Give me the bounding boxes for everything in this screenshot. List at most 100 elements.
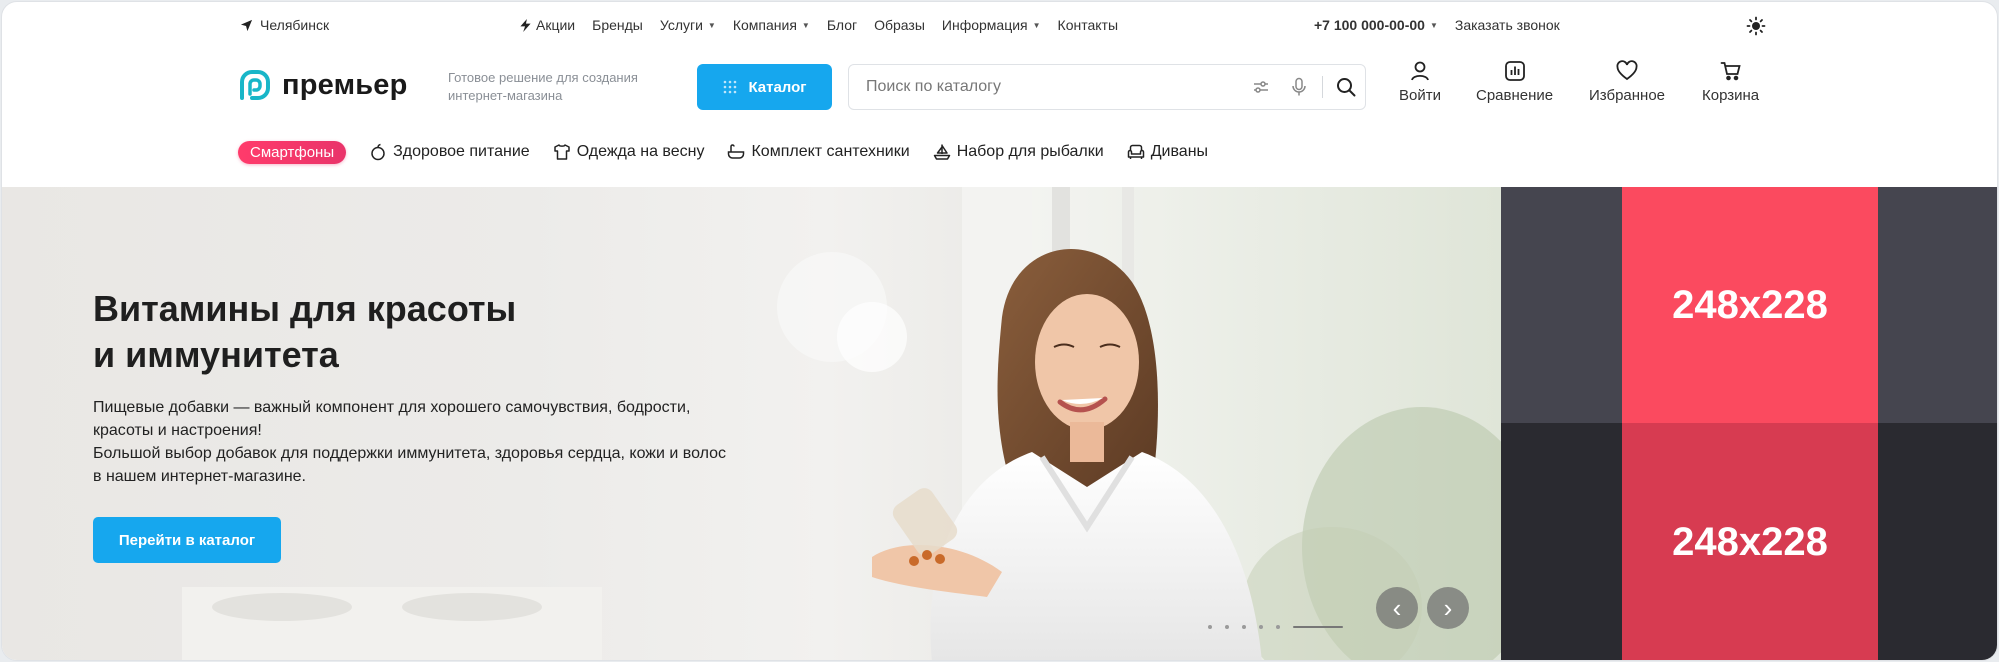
category-healthy-food[interactable]: Здоровое питание [369, 143, 530, 161]
search-input[interactable] [849, 65, 1242, 109]
slide-dot[interactable] [1242, 625, 1246, 629]
banner-title-line: и иммунитета [93, 334, 339, 375]
top-nav-label: Компания [732, 17, 797, 33]
logo[interactable]: премьер [238, 68, 408, 102]
search-box [848, 64, 1366, 110]
banner-text-line: Пищевые добавки — важный компонент для х… [93, 399, 691, 416]
banner-text-line: Большой выбор добавок для поддержки имму… [93, 445, 727, 462]
promo-banner-top[interactable]: 248x228 [1501, 187, 1997, 423]
theme-toggle[interactable] [1746, 16, 1766, 36]
cart-label: Корзина [1702, 87, 1760, 104]
banner-title-line: Витамины для красоты [93, 288, 517, 329]
city-selector[interactable]: Челябинск [240, 17, 329, 33]
category-spring-clothes[interactable]: Одежда на весну [553, 143, 705, 161]
top-nav-company[interactable]: Компания ▼ [733, 17, 810, 33]
tagline: Готовое решение для создания интернет-ма… [448, 70, 638, 103]
caret-down-icon: ▼ [801, 20, 810, 30]
search-filter-button[interactable] [1242, 65, 1280, 109]
cart-icon [1720, 62, 1741, 81]
phone-dropdown[interactable]: +7 100 000-00-00 ▼ [1314, 17, 1438, 33]
top-nav-info[interactable]: Информация ▼ [942, 17, 1041, 33]
category-sofas[interactable]: Диваны [1127, 143, 1208, 161]
caret-down-icon: ▼ [1032, 20, 1041, 30]
top-nav-brands[interactable]: Бренды [592, 17, 643, 33]
category-label: Здоровое питание [393, 143, 530, 160]
category-label: Набор для рыбалки [956, 143, 1104, 160]
go-to-catalog-button[interactable]: Перейти в каталог [93, 517, 281, 563]
top-nav-contacts[interactable]: Контакты [1058, 17, 1118, 33]
catalog-button[interactable]: Каталог [697, 64, 832, 110]
slide-dot[interactable] [1225, 625, 1229, 629]
compare-button[interactable]: Сравнение [1476, 60, 1553, 104]
fruit-icon [371, 143, 385, 161]
login-label: Войти [1399, 87, 1441, 104]
category-bar: Смартфоны Здоровое питание Одежда на вес… [238, 139, 1208, 165]
search-divider [1322, 76, 1323, 98]
voice-search-button[interactable] [1280, 65, 1318, 109]
cart-button[interactable]: Корзина [1702, 60, 1759, 104]
promo-banner-bottom[interactable]: 248x228 [1501, 423, 1997, 660]
phone-block: +7 100 000-00-00 ▼ Заказать звонок [1314, 17, 1560, 33]
boat-icon [933, 144, 950, 160]
favorites-button[interactable]: Избранное [1589, 60, 1665, 104]
category-smartphones[interactable]: Смартфоны [238, 140, 347, 164]
search-submit-button[interactable] [1327, 65, 1365, 109]
compare-label: Сравнение [1476, 87, 1554, 104]
top-bar: Челябинск Акции Бренды Услуги ▼ Компания ▼… [2, 2, 1997, 52]
location-arrow-icon [240, 19, 253, 31]
catalog-label: Каталог [748, 78, 807, 96]
slide-dot-active[interactable] [1293, 626, 1343, 628]
promo-side [1878, 423, 1997, 660]
top-nav-label: Контакты [1057, 17, 1119, 33]
logo-text: премьер [282, 68, 408, 101]
category-label: Смартфоны [250, 143, 335, 161]
favorites-label: Избранное [1589, 87, 1666, 104]
top-nav-label: Информация [941, 17, 1028, 33]
bar-chart-icon [1504, 61, 1525, 81]
slide-dot[interactable] [1208, 625, 1212, 629]
top-nav-label: Образы [874, 17, 925, 33]
banner-description: Пищевые добавки — важный компонент для х… [93, 396, 773, 488]
banner-title: Витамины для красоты и иммунитета [93, 286, 793, 378]
top-nav: Акции Бренды Услуги ▼ Компания ▼ Блог Обра… [520, 17, 1118, 33]
promo-side [1878, 187, 1997, 423]
caret-down-icon: ▼ [1429, 20, 1438, 30]
callback-link[interactable]: Заказать звонок [1455, 17, 1560, 33]
top-nav-promotions[interactable]: Акции [520, 17, 575, 33]
shirt-icon [553, 144, 570, 160]
banner-text-line: красоты и настроения! [93, 422, 262, 439]
caret-down-icon: ▼ [707, 20, 716, 30]
category-label: Диваны [1150, 143, 1209, 160]
bath-icon [728, 144, 745, 159]
top-nav-label: Блог [826, 17, 858, 33]
logo-mark-icon [240, 70, 270, 100]
promo-side [1501, 423, 1622, 660]
search-icon [1337, 78, 1356, 97]
page: Челябинск Акции Бренды Услуги ▼ Компания ▼… [1, 1, 1998, 661]
banner-content: Витамины для красоты и иммунитета Пищевы… [93, 286, 793, 488]
city-label: Челябинск [260, 17, 330, 33]
top-nav-services[interactable]: Услуги ▼ [660, 17, 716, 33]
top-nav-label: Акции [536, 17, 576, 33]
slide-dot[interactable] [1276, 625, 1280, 629]
slide-dot[interactable] [1259, 625, 1263, 629]
category-fishing-set[interactable]: Набор для рыбалки [933, 143, 1104, 161]
category-plumbing-set[interactable]: Комплект сантехники [727, 143, 910, 161]
next-slide-button[interactable]: › [1427, 587, 1469, 629]
promo-side [1501, 187, 1622, 423]
top-nav-blog[interactable]: Блог [827, 17, 857, 33]
top-nav-looks[interactable]: Образы [874, 17, 925, 33]
slider-dots [1208, 625, 1343, 629]
banner-text-line: в нашем интернет-магазине. [93, 468, 306, 485]
hero-banner: Витамины для красоты и иммунитета Пищевы… [2, 187, 1501, 660]
category-label: Комплект сантехники [751, 143, 910, 160]
sofa-icon [1127, 144, 1144, 159]
prev-slide-button[interactable]: ‹ [1376, 587, 1418, 629]
filter-sliders-icon [1254, 81, 1268, 93]
sun-icon [1746, 16, 1766, 36]
category-label: Одежда на весну [576, 143, 705, 160]
bolt-icon [520, 18, 531, 32]
login-button[interactable]: Войти [1399, 60, 1441, 104]
top-nav-label: Услуги [659, 17, 703, 33]
header: премьер Готовое решение для создания инт… [2, 52, 1997, 132]
